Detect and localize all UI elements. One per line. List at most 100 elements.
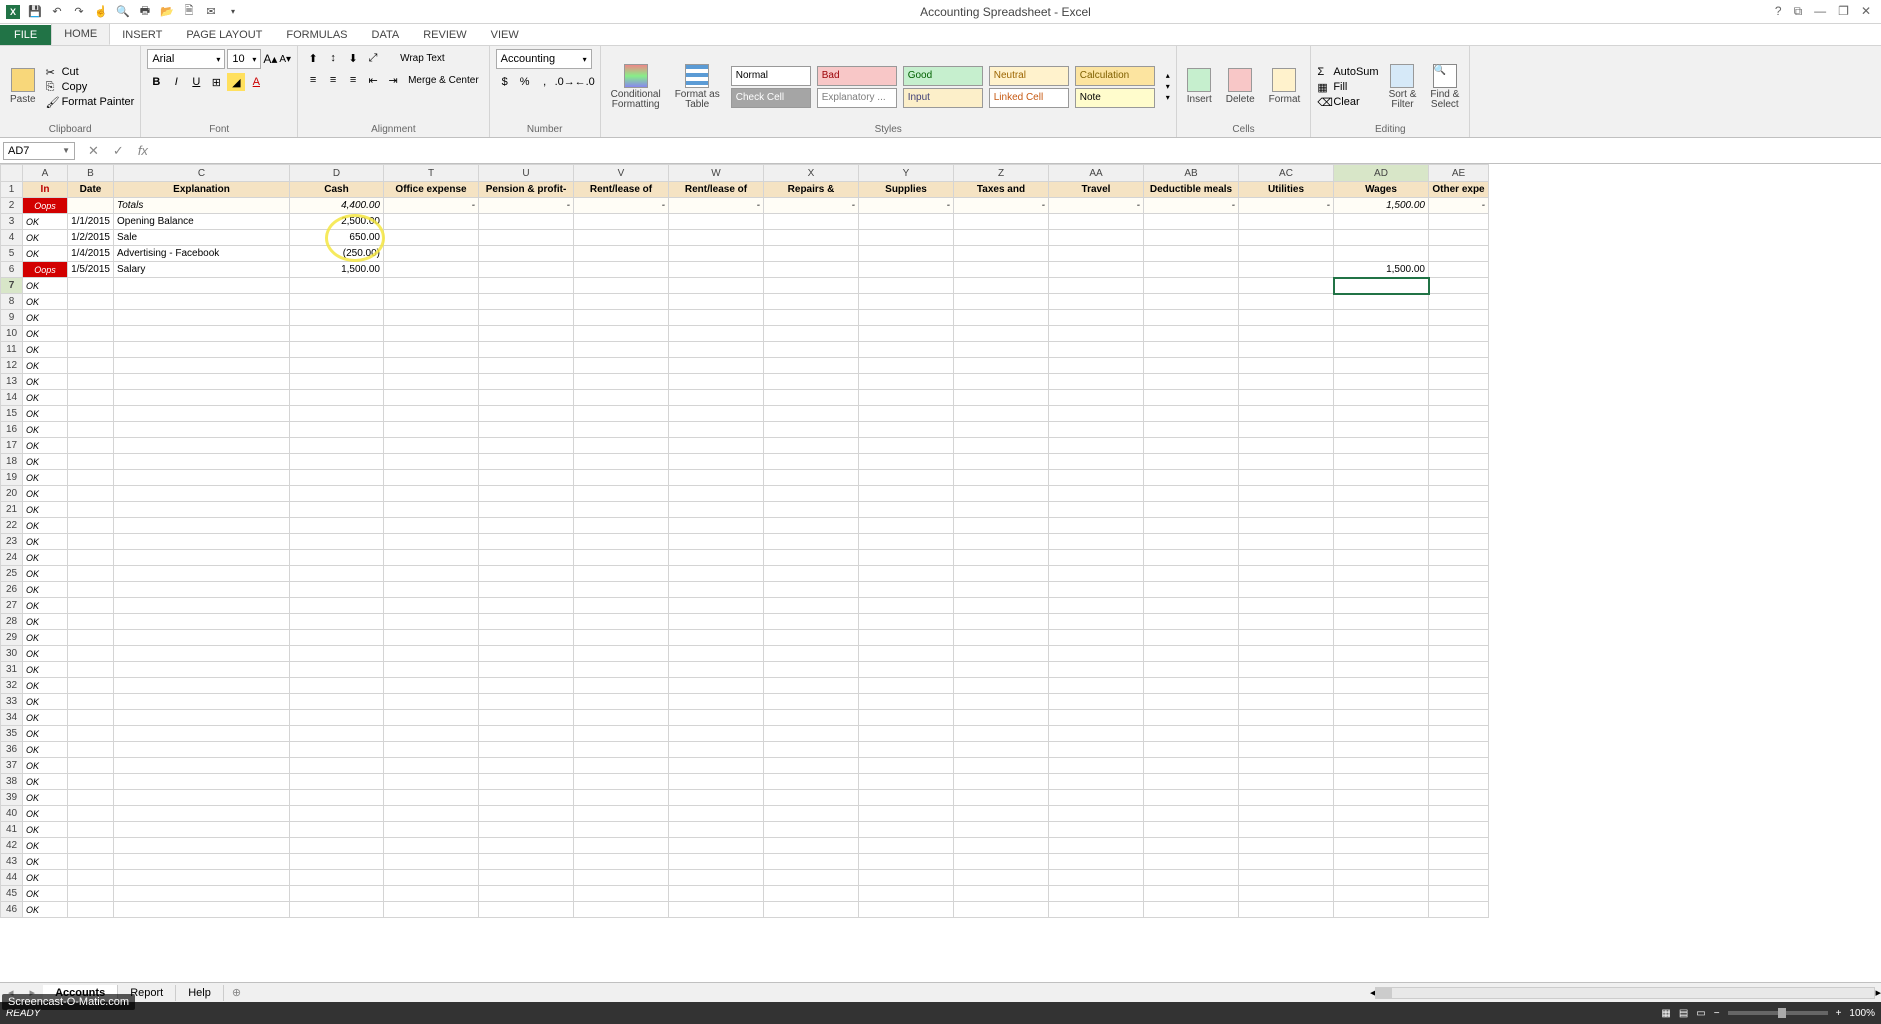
cell-D38[interactable]: [290, 774, 384, 790]
cell-AE38[interactable]: [1429, 774, 1489, 790]
cell-AC36[interactable]: [1239, 742, 1334, 758]
header-AC[interactable]: Utilities: [1239, 182, 1334, 198]
cell-AB39[interactable]: [1144, 790, 1239, 806]
cell-Z34[interactable]: [954, 710, 1049, 726]
align-left-icon[interactable]: ≡: [304, 71, 322, 89]
cell-B29[interactable]: [68, 630, 114, 646]
cell-AE40[interactable]: [1429, 806, 1489, 822]
cell-B38[interactable]: [68, 774, 114, 790]
cell-W45[interactable]: [669, 886, 764, 902]
cell-D40[interactable]: [290, 806, 384, 822]
cell-Z36[interactable]: [954, 742, 1049, 758]
cell-Z35[interactable]: [954, 726, 1049, 742]
cell-W34[interactable]: [669, 710, 764, 726]
cell-B21[interactable]: [68, 502, 114, 518]
cell-B8[interactable]: [68, 294, 114, 310]
style-cell-normal[interactable]: Normal: [731, 66, 811, 86]
decrease-indent-icon[interactable]: ⇤: [364, 71, 382, 89]
cell-a9[interactable]: OK: [23, 310, 68, 326]
row-header-6[interactable]: 6: [1, 262, 23, 278]
cell-Z46[interactable]: [954, 902, 1049, 918]
cell-B15[interactable]: [68, 406, 114, 422]
cell-AB16[interactable]: [1144, 422, 1239, 438]
header-AB[interactable]: Deductible meals: [1144, 182, 1239, 198]
email-icon[interactable]: ✉: [204, 5, 218, 19]
cell-AB40[interactable]: [1144, 806, 1239, 822]
cell-D46[interactable]: [290, 902, 384, 918]
cell-AE43[interactable]: [1429, 854, 1489, 870]
cell-Y21[interactable]: [859, 502, 954, 518]
cell-T13[interactable]: [384, 374, 479, 390]
cell-a46[interactable]: OK: [23, 902, 68, 918]
cell-W28[interactable]: [669, 614, 764, 630]
cell-C39[interactable]: [114, 790, 290, 806]
cell-V46[interactable]: [574, 902, 669, 918]
cell-Z28[interactable]: [954, 614, 1049, 630]
cell-Y14[interactable]: [859, 390, 954, 406]
border-button[interactable]: ⊞: [207, 73, 225, 91]
cell-D18[interactable]: [290, 454, 384, 470]
cell-U5[interactable]: [479, 246, 574, 262]
cell-AB14[interactable]: [1144, 390, 1239, 406]
styles-up-icon[interactable]: ▴: [1166, 71, 1170, 80]
increase-font-icon[interactable]: A▴: [263, 52, 277, 66]
cell-AD17[interactable]: [1334, 438, 1429, 454]
cell-c2[interactable]: Totals: [114, 198, 290, 214]
cell-U11[interactable]: [479, 342, 574, 358]
cell-AC31[interactable]: [1239, 662, 1334, 678]
view-normal-icon[interactable]: ▦: [1661, 1008, 1670, 1019]
cell-AD7[interactable]: [1334, 278, 1429, 294]
cell-Y9[interactable]: [859, 310, 954, 326]
cell-AE31[interactable]: [1429, 662, 1489, 678]
cell-W39[interactable]: [669, 790, 764, 806]
cell-a33[interactable]: OK: [23, 694, 68, 710]
cell-Y25[interactable]: [859, 566, 954, 582]
cell-D9[interactable]: [290, 310, 384, 326]
cell-V16[interactable]: [574, 422, 669, 438]
cell-AD44[interactable]: [1334, 870, 1429, 886]
cell-T11[interactable]: [384, 342, 479, 358]
cut-button[interactable]: ✂Cut: [46, 66, 135, 78]
cell-AD46[interactable]: [1334, 902, 1429, 918]
cell-C17[interactable]: [114, 438, 290, 454]
cell-U13[interactable]: [479, 374, 574, 390]
cell-AD35[interactable]: [1334, 726, 1429, 742]
cell-T27[interactable]: [384, 598, 479, 614]
cell-AD40[interactable]: [1334, 806, 1429, 822]
cell-W22[interactable]: [669, 518, 764, 534]
cell-U37[interactable]: [479, 758, 574, 774]
help-icon[interactable]: ?: [1775, 4, 1782, 19]
cell-Z41[interactable]: [954, 822, 1049, 838]
cell-U25[interactable]: [479, 566, 574, 582]
cell-D25[interactable]: [290, 566, 384, 582]
cell-a18[interactable]: OK: [23, 454, 68, 470]
cell-AA35[interactable]: [1049, 726, 1144, 742]
cell-T29[interactable]: [384, 630, 479, 646]
cell-AB46[interactable]: [1144, 902, 1239, 918]
cell-W3[interactable]: [669, 214, 764, 230]
cell-X24[interactable]: [764, 550, 859, 566]
row-header-22[interactable]: 22: [1, 518, 23, 534]
cell-U34[interactable]: [479, 710, 574, 726]
cell-AC10[interactable]: [1239, 326, 1334, 342]
autosum-button[interactable]: ΣAutoSum: [1317, 66, 1378, 78]
cell-X41[interactable]: [764, 822, 859, 838]
col-header-V[interactable]: V: [574, 165, 669, 182]
cell-Y12[interactable]: [859, 358, 954, 374]
fill-color-button[interactable]: ◢: [227, 73, 245, 91]
cell-Y41[interactable]: [859, 822, 954, 838]
cell-W27[interactable]: [669, 598, 764, 614]
cell-AA14[interactable]: [1049, 390, 1144, 406]
cell-D33[interactable]: [290, 694, 384, 710]
row-header-21[interactable]: 21: [1, 502, 23, 518]
cell-AA46[interactable]: [1049, 902, 1144, 918]
cell-D11[interactable]: [290, 342, 384, 358]
cell-C11[interactable]: [114, 342, 290, 358]
cell-W23[interactable]: [669, 534, 764, 550]
cell-AA17[interactable]: [1049, 438, 1144, 454]
cell-C27[interactable]: [114, 598, 290, 614]
cell-V14[interactable]: [574, 390, 669, 406]
cell-AA16[interactable]: [1049, 422, 1144, 438]
cell-AC38[interactable]: [1239, 774, 1334, 790]
cell-AB19[interactable]: [1144, 470, 1239, 486]
